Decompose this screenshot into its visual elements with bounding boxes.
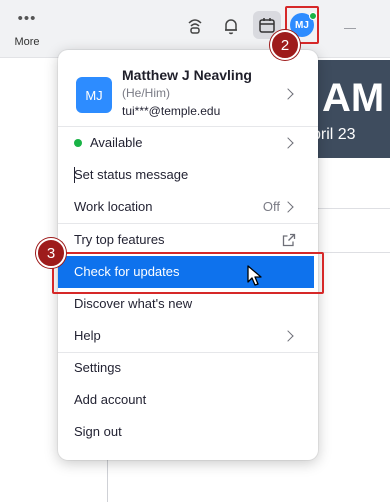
avatar: MJ bbox=[76, 77, 112, 113]
add-account-label: Add account bbox=[74, 392, 147, 407]
sign-out-item[interactable]: Sign out bbox=[58, 416, 318, 448]
chevron-right-icon bbox=[282, 201, 294, 213]
add-account-item[interactable]: Add account bbox=[58, 384, 318, 416]
profile-card[interactable]: MJ Matthew J Neavling (He/Him) tui***@te… bbox=[58, 50, 318, 126]
work-location-label: Work location bbox=[74, 199, 153, 214]
profile-email: tui***@temple.edu bbox=[122, 104, 221, 118]
divider bbox=[316, 252, 390, 253]
sign-out-label: Sign out bbox=[74, 424, 122, 439]
step-2-badge: 2 bbox=[270, 30, 300, 60]
help-label: Help bbox=[74, 328, 101, 343]
external-link-icon bbox=[282, 233, 296, 247]
minimize-icon[interactable] bbox=[344, 28, 356, 29]
set-status-message-item[interactable]: Set status message bbox=[58, 159, 318, 191]
chevron-right-icon bbox=[282, 137, 294, 149]
chevron-right-icon bbox=[282, 330, 294, 342]
status-available-item[interactable]: Available bbox=[58, 127, 318, 159]
more-button[interactable]: ••• More bbox=[8, 10, 46, 52]
step-3-highlight-box bbox=[52, 252, 324, 294]
settings-item[interactable]: Settings bbox=[58, 352, 318, 384]
phone-switch-icon[interactable] bbox=[182, 13, 208, 39]
work-location-item[interactable]: Work location Off bbox=[58, 191, 318, 223]
chevron-right-icon bbox=[282, 88, 294, 100]
divider bbox=[316, 208, 390, 209]
available-status-icon bbox=[74, 139, 82, 147]
profile-pronouns: (He/Him) bbox=[122, 86, 170, 100]
banner-date-text: pril 23 bbox=[312, 126, 356, 143]
status-label: Available bbox=[90, 135, 143, 150]
work-location-value: Off bbox=[262, 199, 280, 214]
banner-time-text: AM bbox=[322, 76, 385, 120]
step-3-badge: 3 bbox=[36, 238, 66, 268]
mouse-pointer-icon bbox=[247, 265, 262, 286]
settings-label: Settings bbox=[74, 360, 121, 375]
help-item[interactable]: Help bbox=[58, 320, 318, 352]
set-status-label: Set status message bbox=[74, 167, 189, 182]
more-label: More bbox=[14, 36, 40, 48]
more-dots-icon: ••• bbox=[17, 10, 37, 27]
profile-name: Matthew J Neavling bbox=[122, 67, 252, 83]
notifications-bell-icon[interactable] bbox=[218, 13, 244, 39]
